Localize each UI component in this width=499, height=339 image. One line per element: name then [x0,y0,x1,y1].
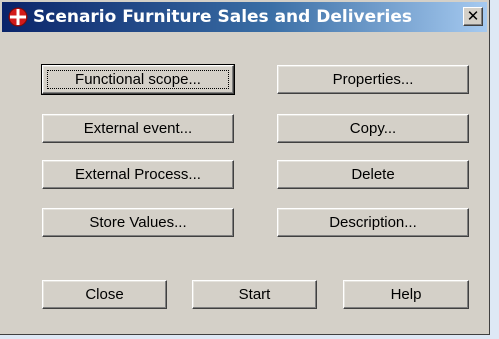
help-button[interactable]: Help [343,280,469,309]
app-cross-icon [7,6,29,28]
store-values-button[interactable]: Store Values... [42,208,234,237]
description-button[interactable]: Description... [277,208,469,237]
close-button[interactable]: Close [42,280,167,309]
delete-button[interactable]: Delete [277,160,469,189]
copy-button[interactable]: Copy... [277,114,469,143]
external-process-button[interactable]: External Process... [42,160,234,189]
close-window-button[interactable]: ✕ [463,7,483,26]
functional-scope-button[interactable]: Functional scope... [41,64,235,95]
title-bar[interactable]: Scenario Furniture Sales and Deliveries … [2,2,487,32]
close-icon: ✕ [466,7,480,25]
window-title: Scenario Furniture Sales and Deliveries [33,7,413,27]
external-event-button[interactable]: External event... [42,114,234,143]
properties-button[interactable]: Properties... [277,65,469,94]
scenario-dialog: Scenario Furniture Sales and Deliveries … [0,0,490,335]
start-button[interactable]: Start [192,280,317,309]
